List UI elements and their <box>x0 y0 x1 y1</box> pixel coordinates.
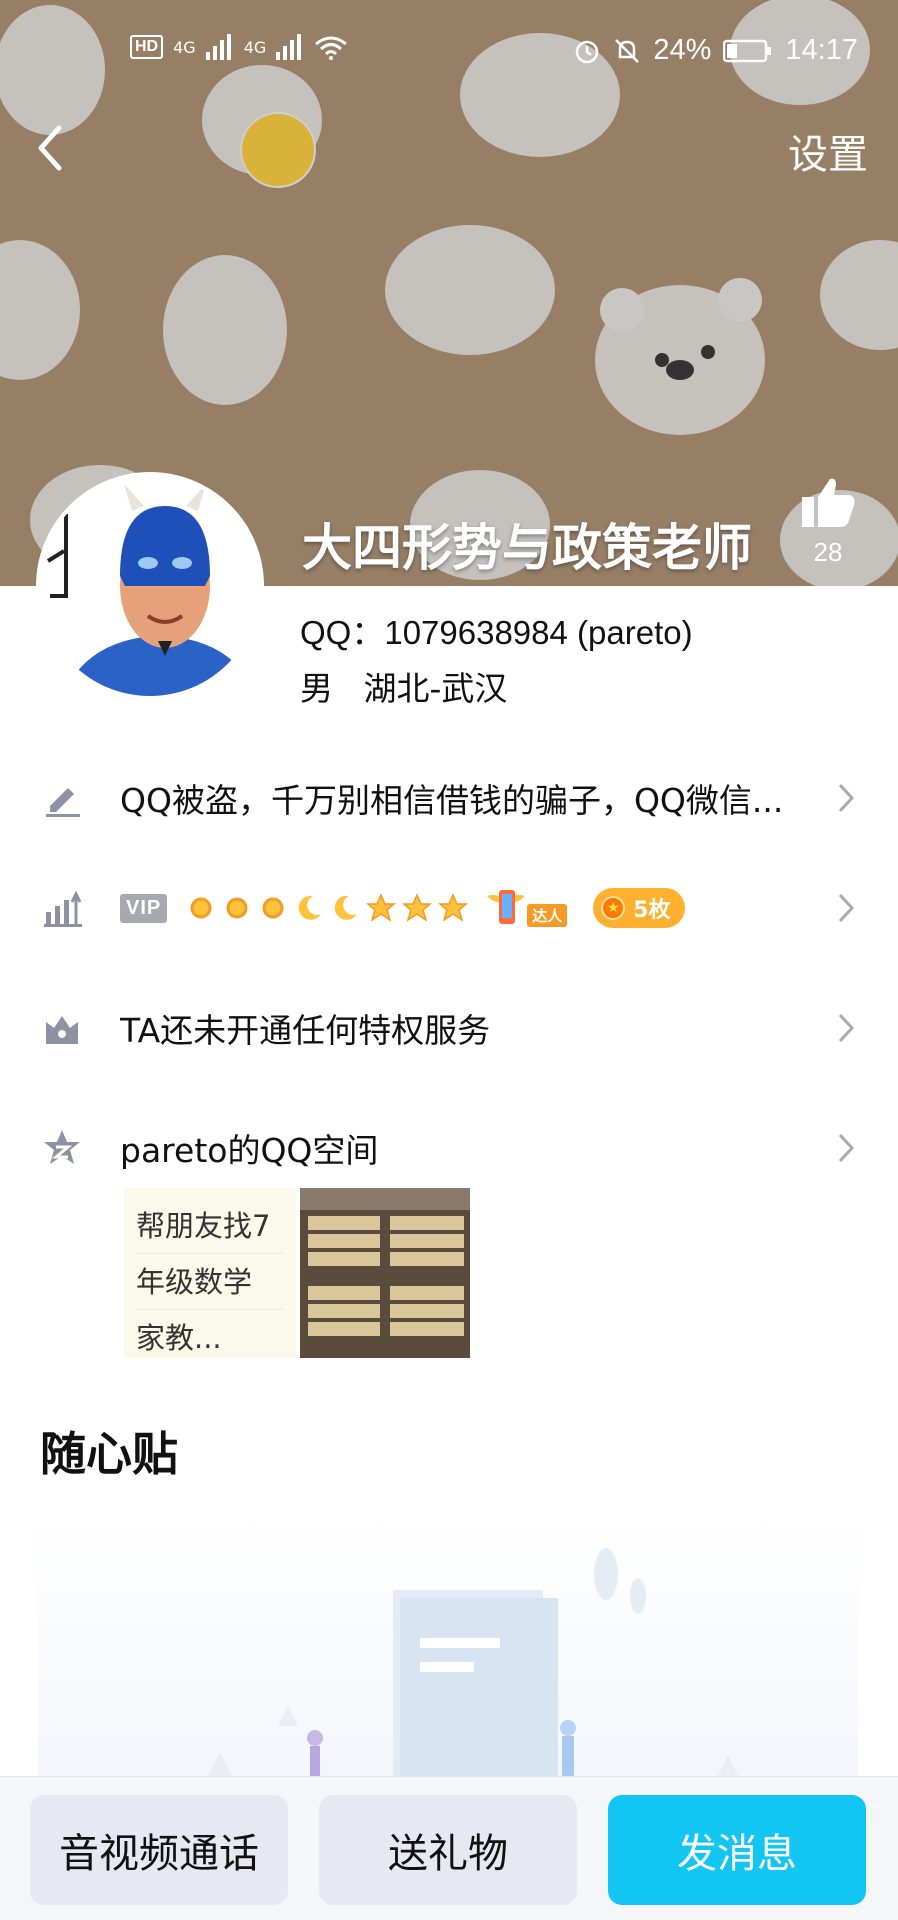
moon-level-icon <box>298 895 322 920</box>
signature-text: QQ被盗，千万别相信借钱的骗子，QQ微信... <box>120 781 784 820</box>
sun-level-icon <box>226 897 248 919</box>
empty-state-illustration <box>208 1548 738 1776</box>
medal-icon: ★ <box>601 896 626 920</box>
medal-badge: ★ 5枚 <box>593 888 685 928</box>
qzone-post-line: 家教... <box>136 1321 222 1355</box>
bottom-action-bar: 音视频通话 送礼物 发消息 <box>0 1776 898 1920</box>
thumbs-up-icon <box>802 478 855 527</box>
chevron-right-icon <box>834 778 858 818</box>
level-badges: VIP 达人 ★ 5枚 <box>120 886 685 930</box>
avatar[interactable] <box>36 472 264 700</box>
sun-level-icon <box>190 897 212 919</box>
vip-badge: VIP <box>120 893 168 923</box>
network-label: 4G <box>173 37 196 57</box>
chevron-left-icon <box>38 125 62 171</box>
medal-count: 5枚 <box>633 898 671 923</box>
profile-details: 男 湖北-武汉 <box>300 662 507 710</box>
qq-number: QQ：1079638984 (pareto) <box>300 614 693 651</box>
hd-voice-icon: HD <box>130 35 164 59</box>
level-chart-icon <box>40 886 84 930</box>
star-level-icon <box>438 893 469 922</box>
battery-percent: 24% <box>653 34 712 66</box>
clock: 14:17 <box>785 34 858 66</box>
crown-icon <box>40 1006 84 1050</box>
pencil-icon <box>40 776 84 820</box>
talent-badge: 达人 <box>485 886 575 930</box>
video-call-button[interactable]: 音视频通话 <box>30 1795 288 1905</box>
qzone-link-text: pareto的QQ空间 <box>120 1131 379 1170</box>
like-count: 28 <box>813 537 843 567</box>
sun-level-icon <box>262 897 284 919</box>
like-button[interactable]: 28 <box>788 475 868 568</box>
status-bar: HD 4G 4G 24% 14:17 <box>0 0 898 104</box>
qzone-post-line: 年级数学 <box>136 1254 284 1310</box>
qzone-row[interactable]: pareto的QQ空间 <box>0 1108 898 1188</box>
network-label-2: 4G <box>243 37 267 57</box>
profile-nickname: 大四形势与政策老师 <box>302 519 752 577</box>
qzone-photo-preview[interactable] <box>300 1188 470 1358</box>
signal-icon <box>205 34 231 60</box>
moon-level-icon <box>334 895 358 920</box>
qzone-star-icon <box>40 1126 84 1170</box>
signal-icon-2 <box>276 34 302 60</box>
mute-icon <box>615 38 640 63</box>
chevron-right-icon <box>834 1008 858 1048</box>
alarm-icon <box>576 40 599 63</box>
location: 湖北-武汉 <box>363 669 508 708</box>
privilege-row[interactable]: TA还未开通任何特权服务 <box>0 988 898 1068</box>
battery-icon <box>723 39 772 62</box>
send-message-button[interactable]: 发消息 <box>608 1795 866 1905</box>
star-level-icon <box>402 893 433 922</box>
talent-label: 达人 <box>527 904 568 927</box>
send-gift-button[interactable]: 送礼物 <box>319 1795 577 1905</box>
wifi-icon <box>315 36 348 60</box>
empty-notes-illustration <box>38 1516 858 1776</box>
signature-row[interactable]: QQ被盗，千万别相信借钱的骗子，QQ微信... <box>0 758 898 838</box>
chevron-right-icon <box>834 888 858 928</box>
qzone-photo <box>300 1188 470 1358</box>
gender: 男 <box>300 669 333 708</box>
settings-button[interactable]: 设置 <box>788 122 868 180</box>
qzone-post-preview[interactable]: 帮朋友找7 年级数学 家教... <box>124 1188 296 1358</box>
back-button[interactable] <box>20 118 80 178</box>
avatar-image <box>40 476 260 696</box>
level-row[interactable]: VIP 达人 ★ 5枚 <box>0 868 898 948</box>
star-level-icon <box>366 893 397 922</box>
section-title: 随心贴 <box>40 1427 178 1481</box>
qzone-post-line: 帮朋友找7 <box>136 1198 284 1254</box>
privilege-text: TA还未开通任何特权服务 <box>120 1011 491 1050</box>
chevron-right-icon <box>834 1128 858 1168</box>
